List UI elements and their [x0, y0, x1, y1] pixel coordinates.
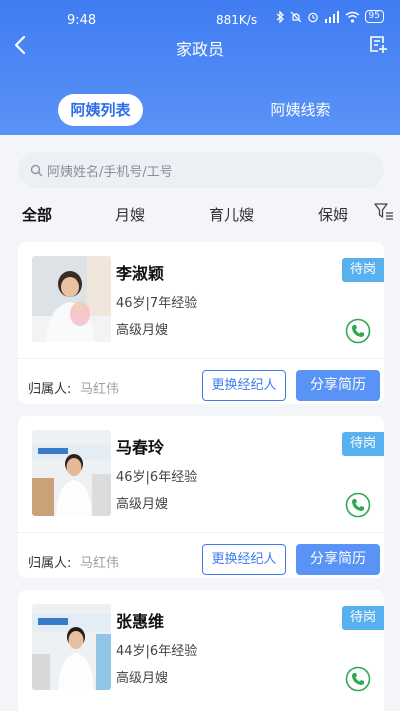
worker-age-experience: 46岁|7年经验 — [116, 296, 198, 311]
filter-childcare-nanny[interactable]: 育儿嫂 — [209, 204, 254, 225]
bluetooth-icon — [276, 10, 284, 23]
search-input[interactable]: 阿姨姓名/手机号/工号 — [18, 152, 384, 188]
phone-icon[interactable] — [345, 666, 371, 692]
worker-photo — [32, 430, 111, 516]
status-badge: 待岗 — [342, 606, 384, 630]
network-speed: 881K/s — [216, 13, 258, 27]
owner-label: 归属人: — [28, 382, 72, 397]
share-resume-button[interactable]: 分享简历 — [296, 544, 380, 575]
worker-photo — [32, 604, 111, 690]
owner-name: 马红伟 — [80, 556, 120, 571]
filter-maternity-nurse[interactable]: 月嫂 — [115, 204, 145, 225]
tab-worker-leads[interactable]: 阿姨线索 — [258, 94, 343, 126]
status-icons: 95 — [275, 10, 384, 23]
change-agent-button[interactable]: 更换经纪人 — [202, 544, 286, 575]
worker-card[interactable]: 李淑颖 46岁|7年经验 高级月嫂 待岗 归属人: 马红伟 更换经纪人 分享简历 — [18, 242, 384, 404]
alarm-icon — [307, 12, 318, 22]
worker-photo — [32, 256, 111, 342]
tab-worker-list[interactable]: 阿姨列表 — [58, 94, 143, 126]
status-badge: 待岗 — [342, 258, 384, 282]
signal-icon — [324, 10, 339, 23]
worker-level: 高级月嫂 — [116, 497, 169, 512]
card-divider — [18, 532, 384, 533]
owner-name: 马红伟 — [80, 382, 120, 397]
worker-level: 高级月嫂 — [116, 323, 169, 338]
worker-age-experience: 44岁|6年经验 — [116, 644, 198, 659]
card-divider — [18, 358, 384, 359]
worker-name: 张惠维 — [116, 612, 165, 631]
nav-bar: 家政员 — [0, 30, 400, 62]
battery-indicator: 95 — [364, 10, 384, 23]
search-icon — [30, 164, 43, 176]
category-filter-bar: 全部 月嫂 育儿嫂 保姆 — [0, 200, 400, 230]
share-resume-button[interactable]: 分享简历 — [296, 370, 380, 401]
status-bar: 9:48 881K/s 95 — [0, 0, 400, 30]
search-placeholder: 阿姨姓名/手机号/工号 — [47, 164, 173, 180]
filter-housekeeper[interactable]: 保姆 — [318, 204, 348, 225]
phone-icon[interactable] — [345, 318, 371, 344]
worker-card[interactable]: 马春玲 46岁|6年经验 高级月嫂 待岗 归属人: 马红伟 更换经纪人 分享简历 — [18, 416, 384, 578]
worker-level: 高级月嫂 — [116, 671, 169, 686]
worker-name: 马春玲 — [116, 438, 165, 457]
worker-card[interactable]: 张惠维 44岁|6年经验 高级月嫂 待岗 — [18, 590, 384, 711]
worker-age-experience: 46岁|6年经验 — [116, 470, 198, 485]
worker-name: 李淑颖 — [116, 264, 165, 283]
add-note-icon[interactable] — [368, 34, 388, 54]
phone-icon[interactable] — [345, 492, 371, 518]
filter-icon[interactable] — [374, 202, 394, 222]
status-badge: 待岗 — [342, 432, 384, 456]
mute-bell-icon — [290, 11, 301, 22]
tab-bar: 阿姨列表 阿姨线索 — [0, 88, 400, 128]
status-time: 9:48 — [67, 13, 97, 28]
filter-all[interactable]: 全部 — [22, 204, 52, 225]
change-agent-button[interactable]: 更换经纪人 — [202, 370, 286, 401]
page-title: 家政员 — [175, 40, 224, 59]
wifi-icon — [345, 11, 359, 23]
app-header: 9:48 881K/s 95 家政员 阿姨列表 阿姨线索 — [0, 0, 400, 135]
owner-label: 归属人: — [28, 556, 72, 571]
